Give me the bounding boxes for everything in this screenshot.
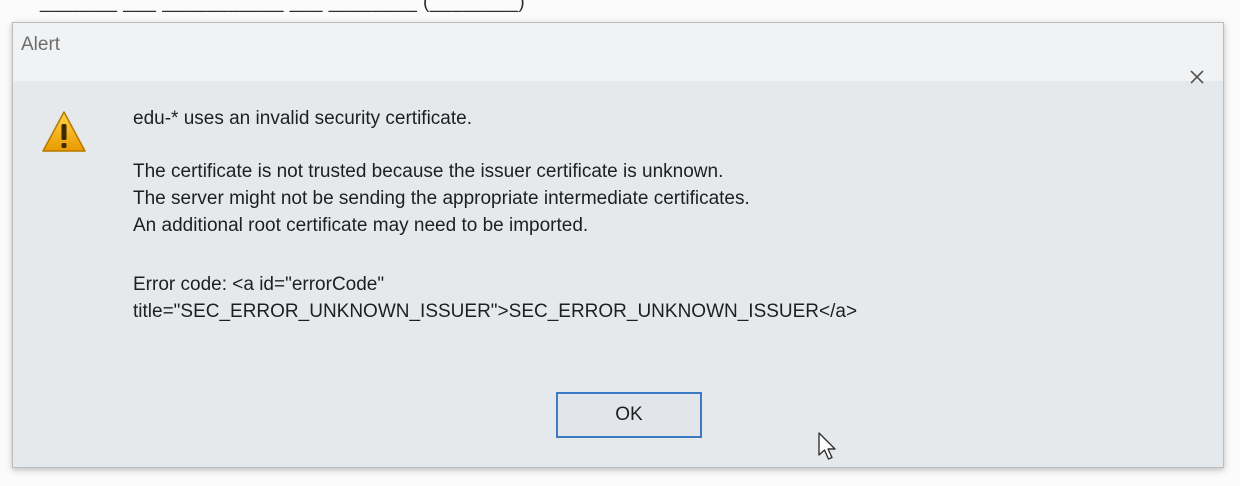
warning-icon bbox=[41, 109, 87, 155]
alert-message: edu-* uses an invalid security certifica… bbox=[133, 105, 1193, 325]
error-code-line: Error code: <a id="errorCode" bbox=[133, 274, 385, 295]
close-icon bbox=[1190, 70, 1204, 84]
dialog-title: Alert bbox=[21, 34, 61, 55]
error-code-block: Error code: <a id="errorCode" title="SEC… bbox=[133, 271, 1193, 325]
title-bar: Alert bbox=[13, 23, 1223, 81]
screen: _______ ___ ___________ ___ ________ (__… bbox=[0, 0, 1240, 486]
detail-line: The server might not be sending the appr… bbox=[133, 188, 750, 209]
detail-line: The certificate is not trusted because t… bbox=[133, 161, 724, 182]
ok-button[interactable]: OK bbox=[556, 392, 702, 438]
detail-line: An additional root certificate may need … bbox=[133, 215, 589, 236]
alert-dialog: Alert edu-* uses an invalid security cer… bbox=[12, 22, 1224, 468]
close-button[interactable] bbox=[1185, 65, 1209, 89]
cut-off-text: _______ ___ ___________ ___ ________ (__… bbox=[40, 0, 526, 13]
background-page-fragment: _______ ___ ___________ ___ ________ (__… bbox=[0, 0, 1240, 14]
alert-headline: edu-* uses an invalid security certifica… bbox=[133, 108, 472, 129]
mouse-pointer-icon bbox=[817, 431, 839, 463]
error-code-line: title="SEC_ERROR_UNKNOWN_ISSUER">SEC_ERR… bbox=[133, 301, 858, 322]
